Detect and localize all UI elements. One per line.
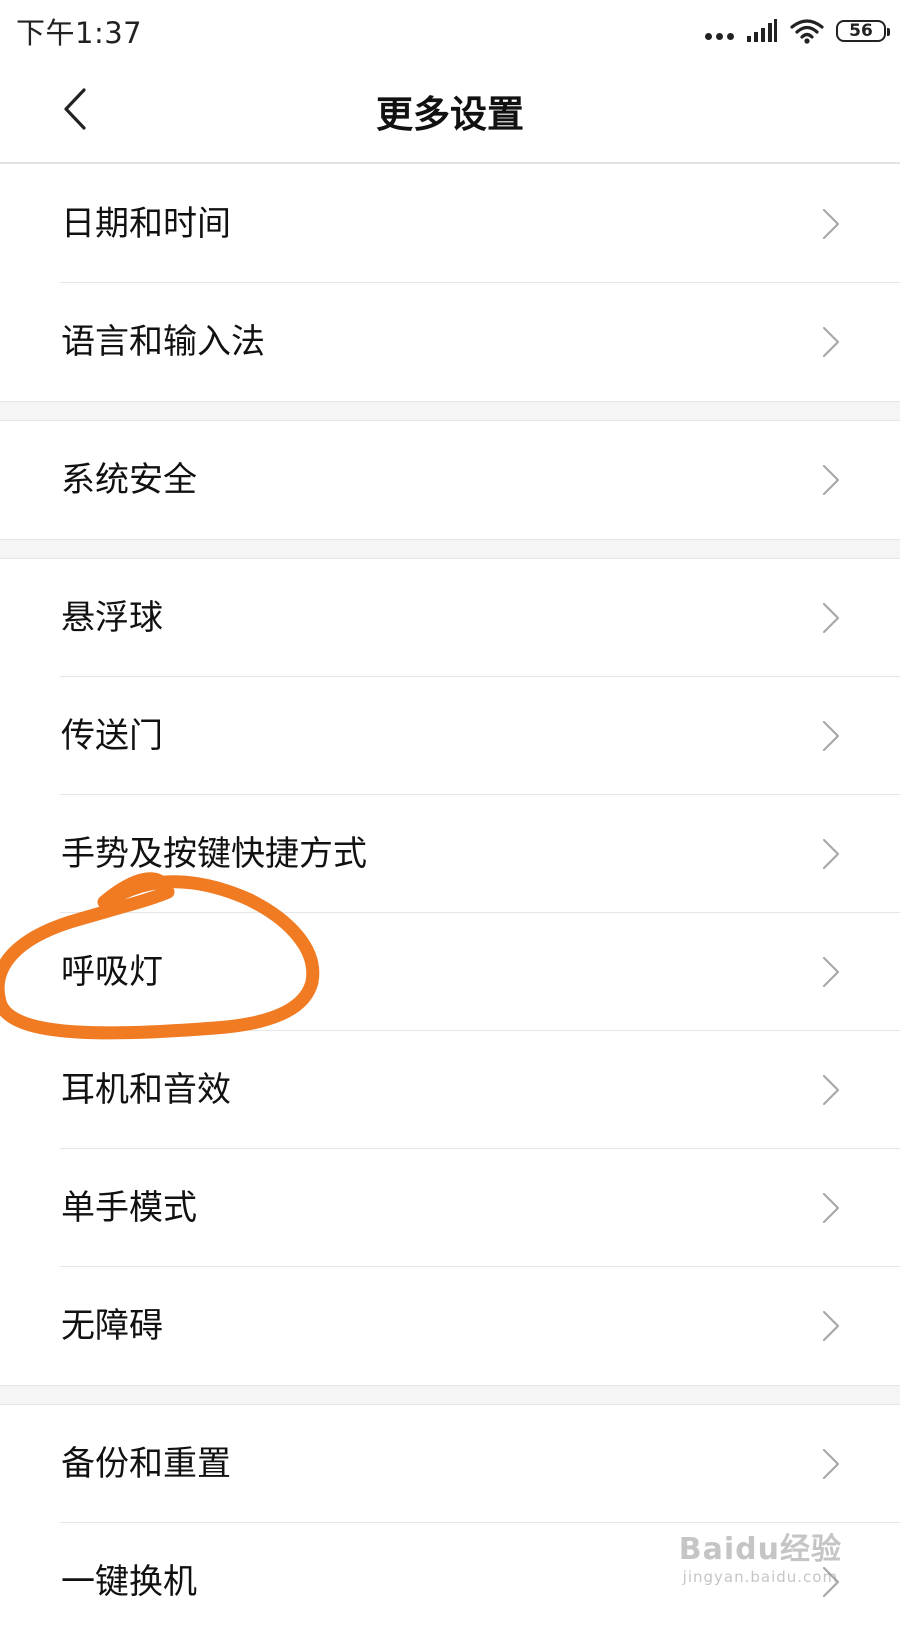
chevron-right-icon [822,1566,840,1598]
setting-item-accessibility[interactable]: 无障碍 [0,1267,900,1385]
setting-item-breathing-light[interactable]: 呼吸灯 [0,913,900,1031]
setting-item-label: 传送门 [61,716,163,756]
settings-group-security: 系统安全 [0,421,900,539]
header: 更多设置 [0,62,900,164]
status-bar: 下午1:37 56 [0,0,900,62]
settings-group-backup: 备份和重置 一键换机 [0,1405,900,1641]
setting-item-label: 语言和输入法 [61,322,265,362]
setting-item-label: 手势及按键快捷方式 [61,834,367,874]
chevron-right-icon [822,1192,840,1224]
chevron-right-icon [822,602,840,634]
setting-item-label: 一键换机 [61,1562,197,1602]
setting-item-label: 日期和时间 [61,204,231,244]
setting-item-label: 系统安全 [61,460,197,500]
setting-item-gesture-shortcuts[interactable]: 手势及按键快捷方式 [0,795,900,913]
status-time: 下午1:37 [16,16,143,50]
setting-item-portal[interactable]: 传送门 [0,677,900,795]
setting-item-label: 备份和重置 [61,1444,231,1484]
setting-item-system-security[interactable]: 系统安全 [0,421,900,539]
group-separator [0,539,900,559]
chevron-right-icon [822,1074,840,1106]
page-title: 更多设置 [376,93,524,136]
setting-item-floating-ball[interactable]: 悬浮球 [0,559,900,677]
setting-item-label: 耳机和音效 [61,1070,231,1110]
setting-item-label: 无障碍 [61,1306,163,1346]
group-separator [0,1385,900,1405]
more-dots-icon [705,32,734,40]
setting-item-label: 悬浮球 [61,598,163,638]
chevron-right-icon [822,720,840,752]
settings-list: 日期和时间 语言和输入法 系统安全 悬浮球 传送门 手势及按键快捷方式 呼吸灯 … [0,165,900,1641]
wifi-icon [790,19,824,44]
setting-item-date-time[interactable]: 日期和时间 [0,165,900,283]
status-icons: 56 [705,18,890,44]
chevron-right-icon [822,464,840,496]
chevron-right-icon [822,1448,840,1480]
settings-group-features: 悬浮球 传送门 手势及按键快捷方式 呼吸灯 耳机和音效 单手模式 无障碍 [0,559,900,1385]
setting-item-one-hand-mode[interactable]: 单手模式 [0,1149,900,1267]
chevron-right-icon [822,326,840,358]
battery-indicator: 56 [836,20,890,42]
setting-item-label: 单手模式 [61,1188,197,1228]
group-separator [0,401,900,421]
setting-item-backup-reset[interactable]: 备份和重置 [0,1405,900,1523]
setting-item-headphones-audio[interactable]: 耳机和音效 [0,1031,900,1149]
chevron-right-icon [822,956,840,988]
chevron-right-icon [822,1310,840,1342]
setting-item-label: 呼吸灯 [61,952,163,992]
signal-icon [747,19,777,42]
settings-group-general: 日期和时间 语言和输入法 [0,165,900,401]
chevron-right-icon [822,838,840,870]
setting-item-language-input[interactable]: 语言和输入法 [0,283,900,401]
setting-item-phone-migration[interactable]: 一键换机 [0,1523,900,1641]
chevron-right-icon [822,208,840,240]
